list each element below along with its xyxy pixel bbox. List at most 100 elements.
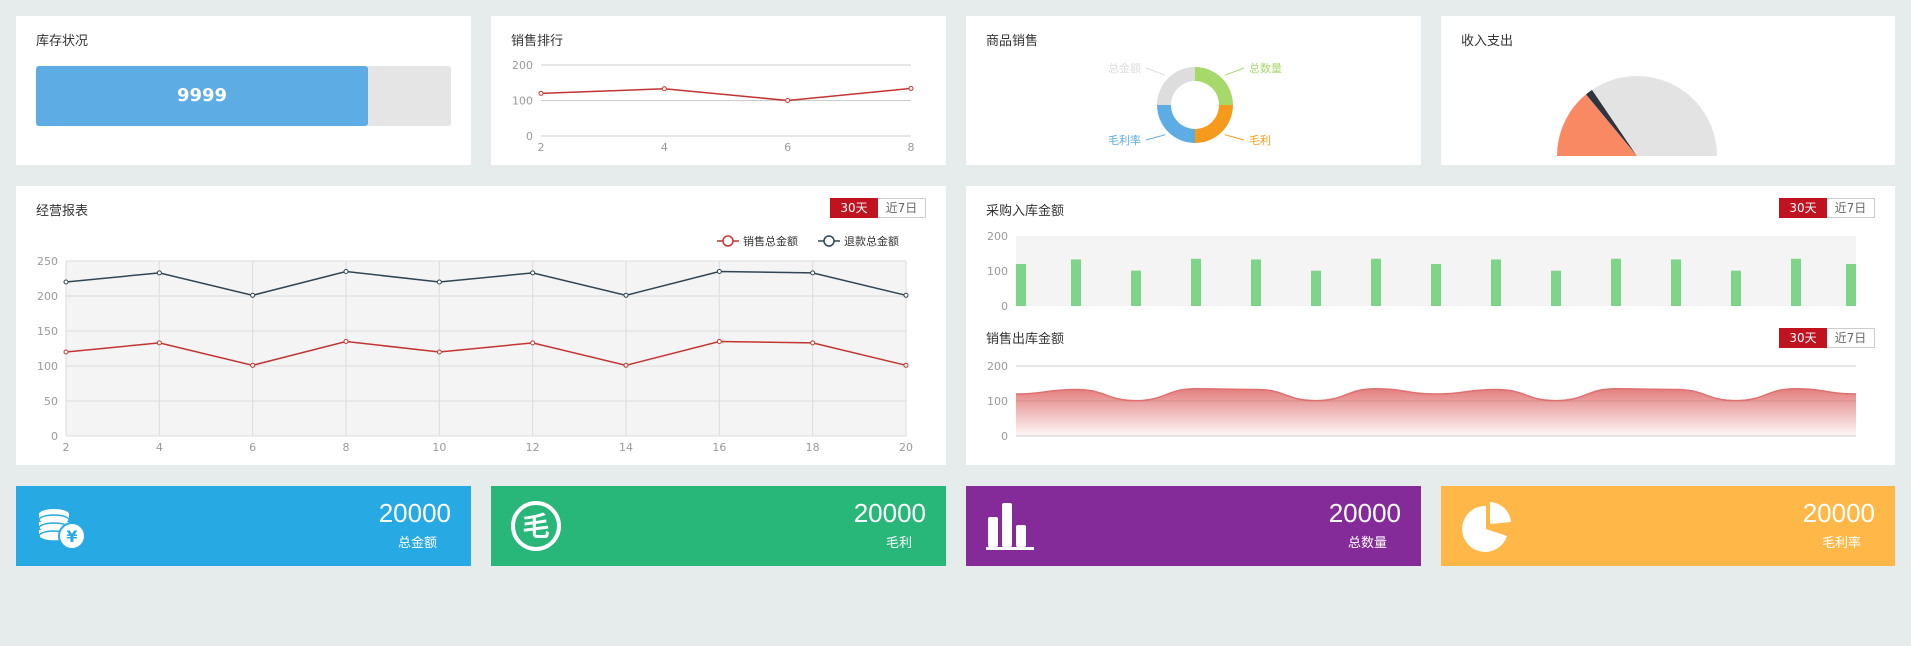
stat-gross-margin-label: 毛利率 xyxy=(1821,536,1861,551)
y-tick-label: 200 xyxy=(512,59,533,72)
stat-gross-margin-value: 20000 xyxy=(1802,498,1875,528)
data-point xyxy=(716,339,722,344)
bar xyxy=(1016,264,1026,306)
bar-chart-icon xyxy=(986,503,1034,550)
data-point xyxy=(250,292,256,298)
data-point xyxy=(810,270,816,276)
stat-total-amount-label: 总金额 xyxy=(397,536,437,551)
stat-gross-profit: 毛 20000 毛利 xyxy=(491,486,946,566)
bar xyxy=(1251,259,1261,306)
bar xyxy=(1846,264,1856,306)
stat-total-amount: ¥ 20000 总金额 xyxy=(16,486,471,566)
data-point xyxy=(436,349,442,355)
stat-gross-margin: 20000 毛利率 xyxy=(1441,486,1895,566)
label-leader-line xyxy=(1145,67,1166,76)
bar xyxy=(1791,258,1801,306)
x-tick-label: 16 xyxy=(712,441,726,454)
data-point xyxy=(716,269,722,274)
warehouse-charts: 0 100 200 0 100 200 xyxy=(987,230,1857,443)
data-point xyxy=(530,270,536,276)
data-point xyxy=(623,292,629,298)
bar xyxy=(1671,259,1681,306)
svg-text:毛: 毛 xyxy=(523,512,550,543)
legend-label: 销售总金额 xyxy=(743,234,798,248)
y-tick-label: 0 xyxy=(526,130,533,143)
data-point xyxy=(538,90,544,96)
slice-label: 毛利 xyxy=(1249,134,1271,147)
bar xyxy=(1311,270,1321,306)
y-tick-label: 100 xyxy=(987,395,1008,408)
series-line xyxy=(540,87,912,102)
data-point xyxy=(661,86,667,92)
x-tick-label: 14 xyxy=(619,441,633,454)
bar xyxy=(1431,264,1441,306)
x-tick-label: 6 xyxy=(784,141,791,154)
svg-text:¥: ¥ xyxy=(66,527,77,546)
y-tick-label: 50 xyxy=(44,395,58,408)
data-point xyxy=(903,362,909,368)
income-expense-card: 收入支出 xyxy=(1441,16,1895,165)
label-leader-line xyxy=(1145,134,1166,141)
bar xyxy=(1131,270,1141,306)
business-report-card: 经营报表 30天 近7日 0 50 100 150 200 250 2 4 6 8 10 12 14 16… xyxy=(16,186,946,465)
x-tick-label: 8 xyxy=(908,141,915,154)
sales-rank-chart: 0 100 200 2 4 6 8 xyxy=(512,59,915,154)
y-tick-label: 200 xyxy=(987,360,1008,373)
y-tick-label: 200 xyxy=(37,290,58,303)
area-fill xyxy=(1016,388,1856,436)
label-leader-line xyxy=(1224,67,1245,76)
stat-gross-profit-value: 20000 xyxy=(853,498,926,528)
data-point xyxy=(156,270,162,276)
product-sales-card: 商品销售 总数量 毛利 毛利率 总金额 xyxy=(966,16,1421,165)
data-point xyxy=(810,340,816,346)
y-tick-label: 0 xyxy=(1001,300,1008,313)
data-point xyxy=(623,362,629,368)
data-point xyxy=(156,340,162,346)
bar xyxy=(1551,270,1561,306)
bar xyxy=(1071,259,1081,306)
mao-icon: 毛 xyxy=(511,501,561,551)
y-tick-label: 250 xyxy=(37,255,58,268)
x-tick-label: 18 xyxy=(806,441,820,454)
inventory-card: 库存状况 9999 xyxy=(16,16,471,165)
pie-chart-icon xyxy=(1462,502,1511,552)
label-leader-line xyxy=(1224,134,1245,141)
pie-slice xyxy=(1195,67,1233,105)
bar xyxy=(1611,258,1621,306)
data-point xyxy=(63,279,69,285)
stat-total-quantity-label: 总数量 xyxy=(1347,536,1387,551)
legend-marker xyxy=(722,235,734,247)
data-point xyxy=(908,85,914,91)
x-tick-label: 4 xyxy=(156,441,163,454)
warehouse-card: 采购入库金额 30天 近7日 销售出库金额 30天 近7日 0 100 200 0 10… xyxy=(966,186,1895,465)
y-tick-label: 150 xyxy=(37,325,58,338)
slice-label: 总金额 xyxy=(1108,61,1141,75)
x-tick-label: 6 xyxy=(249,441,256,454)
bar xyxy=(1491,259,1501,306)
x-tick-label: 10 xyxy=(432,441,446,454)
income-expense-chart xyxy=(1557,76,1717,156)
pie-slice xyxy=(1157,67,1195,105)
x-tick-label: 12 xyxy=(526,441,540,454)
product-sales-chart: 总数量毛利 毛利率 总金额 xyxy=(1108,61,1282,147)
inventory-title: 库存状况 xyxy=(36,34,89,49)
legend-label: 退款总金额 xyxy=(844,234,899,248)
y-tick-label: 100 xyxy=(512,95,533,108)
legend-marker xyxy=(823,235,835,247)
pie-slice xyxy=(1157,105,1195,143)
inventory-bar-value: 9999 xyxy=(36,66,368,126)
data-point xyxy=(343,269,349,274)
bar xyxy=(1371,258,1381,306)
y-tick-label: 200 xyxy=(987,230,1008,243)
data-point xyxy=(785,98,791,103)
x-tick-label: 8 xyxy=(343,441,350,454)
x-tick-label: 20 xyxy=(899,441,913,454)
pie-slice xyxy=(1195,105,1233,143)
data-point xyxy=(63,349,69,355)
y-tick-label: 0 xyxy=(1001,430,1008,443)
data-point xyxy=(530,340,536,346)
bar xyxy=(1191,258,1201,306)
data-point xyxy=(343,339,349,344)
business-report-chart: 0 50 100 150 200 250 2 4 6 8 10 12 14 16 18 20 销售总金额 退款总金… xyxy=(37,234,913,454)
x-tick-label: 2 xyxy=(538,141,545,154)
